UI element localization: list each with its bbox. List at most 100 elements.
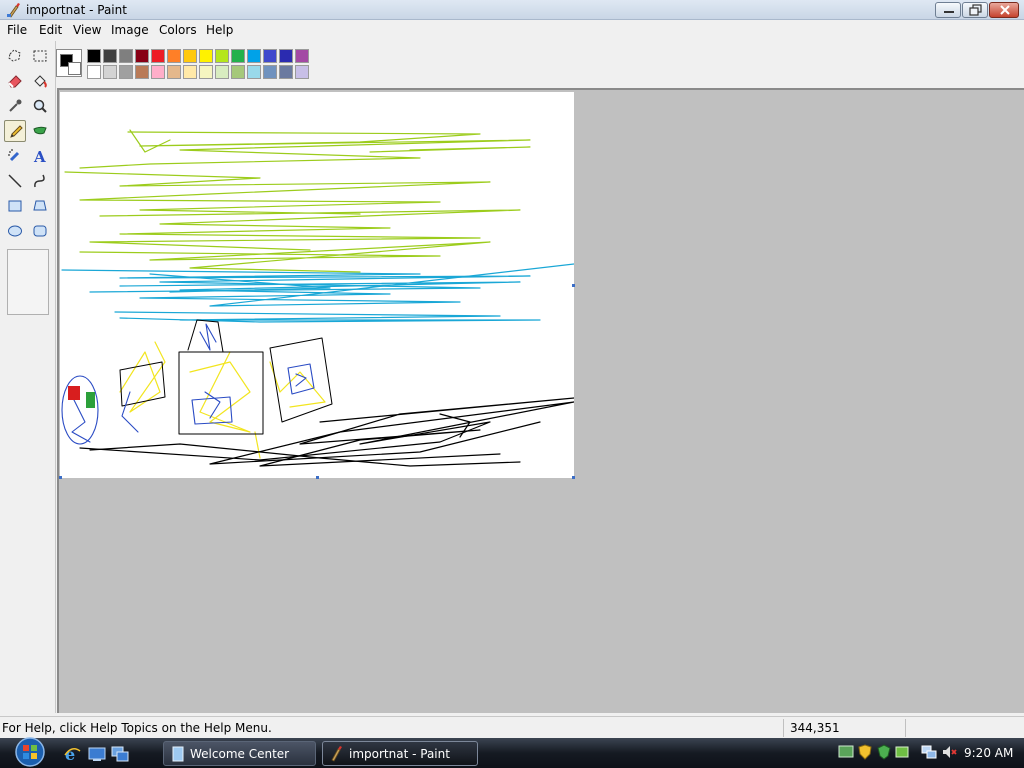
palette-swatch[interactable] [231,49,245,63]
palette-swatch[interactable] [215,49,229,63]
palette-swatch[interactable] [199,49,213,63]
red-mark [68,386,80,400]
palette-swatch[interactable] [279,65,293,79]
windows-start-orb-icon [15,737,45,767]
menu-colors[interactable]: Colors [159,23,197,37]
line-icon [8,174,22,188]
security-shield-icon[interactable] [857,744,873,760]
title-bar[interactable]: importnat - Paint [0,0,1024,20]
polygon-icon [33,200,47,211]
task-welcome-center[interactable]: Welcome Center [163,741,316,766]
menu-view[interactable]: View [73,23,101,37]
drawing-canvas[interactable] [60,92,574,478]
tool-select[interactable] [29,45,51,67]
palette-swatch[interactable] [295,49,309,63]
cyan-scribbles [61,263,574,323]
black-scribbles [79,397,574,467]
menu-help[interactable]: Help [206,23,233,37]
paint-icon [330,746,344,762]
palette-swatch[interactable] [183,49,197,63]
tool-magnifier[interactable] [29,95,51,117]
tool-curve[interactable] [29,170,51,192]
defender-icon[interactable] [876,744,892,760]
palette-swatch[interactable] [103,65,117,79]
close-button[interactable] [989,2,1019,18]
svg-text:A: A [33,148,46,164]
fill-bucket-icon [34,75,47,88]
show-desktop-icon[interactable] [88,745,106,763]
tool-fill[interactable] [29,70,51,92]
tool-free-form-select[interactable] [4,45,26,67]
resize-handle[interactable] [59,476,62,479]
palette-swatch[interactable] [167,65,181,79]
palette-swatch[interactable] [263,49,277,63]
tool-line[interactable] [4,170,26,192]
palette-swatch[interactable] [247,65,261,79]
palette-swatch[interactable] [87,49,101,63]
palette-swatch[interactable] [119,49,133,63]
magnifier-icon [33,99,47,113]
palette-swatch[interactable] [103,49,117,63]
lime-scribbles [64,129,531,273]
maximize-button[interactable] [962,2,988,18]
secondary-color-swatch[interactable] [68,62,81,75]
tool-rounded-rectangle[interactable] [29,220,51,242]
tool-rectangle[interactable] [4,195,26,217]
minimize-icon [944,11,954,13]
tool-ellipse[interactable] [4,220,26,242]
network-monitor-icon[interactable] [838,744,854,760]
start-button[interactable] [8,736,52,768]
palette-swatch[interactable] [183,65,197,79]
palette-swatch[interactable] [215,65,229,79]
menu-bar: File Edit View Image Colors Help [0,20,1024,40]
palette-swatch[interactable] [135,65,149,79]
tool-pick-color[interactable] [4,95,26,117]
palette-swatch[interactable] [199,65,213,79]
minimize-button[interactable] [935,2,961,18]
palette-swatch[interactable] [119,65,133,79]
green-mark [86,392,95,408]
volume-muted-icon[interactable] [941,744,957,760]
text-icon: A [33,148,46,164]
palette-swatch[interactable] [135,49,149,63]
palette-swatch[interactable] [295,65,309,79]
palette-swatch[interactable] [151,49,165,63]
menu-image[interactable]: Image [111,23,149,37]
palette-swatch[interactable] [247,49,261,63]
ellipse-icon [8,225,22,237]
close-icon [1000,5,1010,15]
box-shapes [119,319,333,435]
clock[interactable]: 9:20 AM [964,746,1013,760]
tool-text[interactable]: A [29,145,51,167]
menu-edit[interactable]: Edit [39,23,62,37]
palette-swatch[interactable] [263,65,277,79]
tool-eraser[interactable] [4,70,26,92]
tool-polygon[interactable] [29,195,51,217]
status-divider [783,719,784,737]
paint-icon [6,2,22,18]
palette-swatch[interactable] [167,49,181,63]
cursor-coordinates: 344,351 [790,721,840,735]
tool-brush[interactable] [29,120,51,142]
tool-airbrush[interactable] [4,145,26,167]
internet-explorer-icon[interactable]: e [63,745,81,764]
window-title: importnat - Paint [26,3,127,17]
task-paint[interactable]: importnat - Paint [322,741,478,766]
palette-swatch[interactable] [279,49,293,63]
palette-swatch[interactable] [151,65,165,79]
eyedropper-icon [9,99,22,112]
sync-icon[interactable] [894,744,910,760]
tool-options-panel[interactable] [7,249,49,315]
menu-file[interactable]: File [7,23,27,37]
switch-windows-icon[interactable] [111,745,129,763]
palette-swatch[interactable] [231,65,245,79]
palette-swatch[interactable] [87,65,101,79]
network-icon[interactable] [921,744,937,760]
task-label: Welcome Center [190,747,290,761]
tool-pencil[interactable] [4,120,26,142]
resize-handle[interactable] [572,284,575,287]
resize-handle[interactable] [572,476,575,479]
airbrush-icon [8,149,20,162]
rect-select-icon [33,50,47,62]
resize-handle[interactable] [316,476,319,479]
